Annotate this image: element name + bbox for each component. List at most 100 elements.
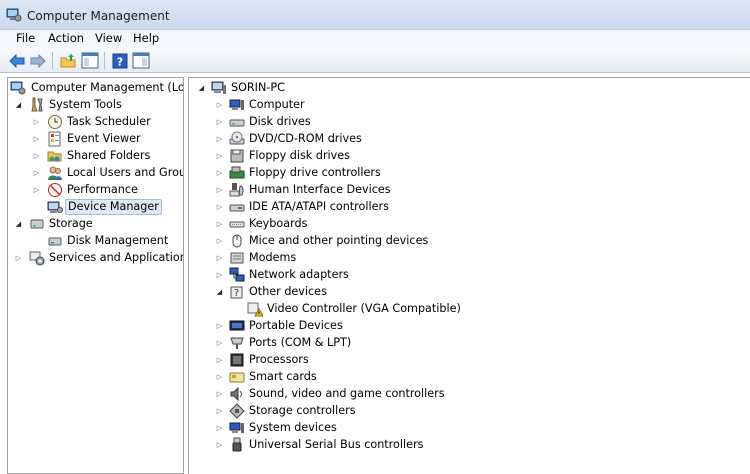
device-category-label: Modems [249,251,297,264]
device-category-label: Disk drives [249,115,311,128]
computer-management-app-icon [6,8,22,22]
collapsed-arrow-icon[interactable]: ▷ [215,97,224,113]
keyboard-icon [229,221,245,228]
collapsed-arrow-icon[interactable]: ▷ [215,165,224,181]
show-hide-action-pane-icon [132,52,150,69]
collapsed-arrow-icon[interactable]: ▷ [32,165,41,181]
device-category-label: Other devices [249,285,327,298]
collapsed-arrow-icon[interactable]: ▷ [215,352,224,368]
performance-icon [48,183,62,197]
device-category-label: Mice and other pointing devices [249,234,429,247]
collapsed-arrow-icon[interactable]: ▷ [215,403,224,419]
collapsed-arrow-icon[interactable]: ▷ [215,250,224,266]
collapsed-arrow-icon[interactable]: ▷ [215,131,224,147]
tree-item-label: Performance [67,183,138,196]
device-category-label: Human Interface Devices [249,183,391,196]
services-icon [29,251,45,266]
device-label: Video Controller (VGA Compatible) [267,302,461,315]
collapsed-arrow-icon[interactable]: ▷ [215,386,224,402]
svg-text:?: ? [234,288,239,299]
collapsed-arrow-icon[interactable]: ▷ [215,267,224,283]
collapsed-arrow-icon[interactable]: ▷ [32,182,41,198]
collapsed-arrow-icon[interactable]: ▷ [215,148,224,164]
menu-action[interactable]: Action [46,31,86,45]
title-bar: Computer Management [0,0,750,30]
device-category-label: Universal Serial Bus controllers [249,438,424,451]
tree-item-label: Device Manager [65,199,162,215]
storage-controller-icon [229,403,245,419]
back-button[interactable] [7,51,27,70]
show-hide-console-tree-icon [81,52,99,69]
expanded-arrow-icon[interactable]: ◢ [197,80,206,96]
collapsed-arrow-icon[interactable]: ▷ [215,182,224,198]
menu-view[interactable]: View [93,31,124,45]
disk-management-icon [48,237,62,246]
collapsed-arrow-icon[interactable]: ▷ [32,148,41,164]
show-hide-console-tree-button[interactable] [80,51,100,70]
collapsed-arrow-icon[interactable]: ▷ [14,250,23,266]
system-tools-icon [31,97,43,112]
device-tree[interactable]: ◢ SORIN-PC ▷ Computer ▷ Disk drives ▷ DV… [188,77,750,474]
tree-item-label: Task Scheduler [67,115,151,128]
portable-device-icon [229,320,245,331]
modem-icon [230,252,244,264]
help-button[interactable]: ? [110,51,130,70]
tree-item-label: Storage [49,217,93,230]
computer-management-icon [10,81,26,95]
tree-item-label: Computer Management (Local [31,81,184,94]
device-category-label: Computer [249,98,305,111]
forward-arrow-icon [30,53,46,68]
back-arrow-icon [9,53,25,68]
show-hide-action-pane-button[interactable] [131,51,151,70]
collapsed-arrow-icon[interactable]: ▷ [32,114,41,130]
network-adapter-icon [229,267,245,282]
collapsed-arrow-icon[interactable]: ▷ [32,131,41,147]
collapsed-arrow-icon[interactable]: ▷ [215,216,224,232]
floppy-controller-icon [229,166,245,179]
other-devices-icon: ? [230,286,243,299]
computer-root-icon [211,81,226,94]
tree-item-label: Local Users and Groups [67,166,183,179]
device-tree-root-label: SORIN-PC [231,81,285,94]
tree-item-label: System Tools [49,98,122,111]
collapsed-arrow-icon[interactable]: ▷ [215,199,224,215]
expanded-arrow-icon[interactable]: ◢ [14,216,23,232]
device-manager-icon [47,201,63,213]
floppy-disk-icon [230,149,244,163]
device-category-label: DVD/CD-ROM drives [249,132,362,145]
dvd-icon [229,131,245,145]
device-category-label: System devices [249,421,337,434]
window-title: Computer Management [27,9,170,23]
toolbar: ? [0,48,750,73]
menu-file[interactable]: File [14,31,37,45]
collapsed-arrow-icon[interactable]: ▷ [215,420,224,436]
collapsed-arrow-icon[interactable]: ▷ [215,233,224,249]
console-tree[interactable]: Computer Management (Local ◢ System Tool… [7,77,184,474]
collapsed-arrow-icon[interactable]: ▷ [215,114,224,130]
mouse-icon [232,234,242,248]
storage-icon [30,219,44,229]
device-category-label: Ports (COM & LPT) [249,336,352,349]
collapsed-arrow-icon[interactable]: ▷ [215,318,224,334]
forward-button[interactable] [28,51,48,70]
svg-text:?: ? [117,55,123,68]
sound-icon [230,386,242,402]
expanded-arrow-icon[interactable]: ◢ [215,284,224,300]
device-category-label: Network adapters [249,268,349,281]
hid-icon [229,183,244,197]
usb-icon [232,437,242,452]
collapsed-arrow-icon[interactable]: ▷ [215,335,224,351]
collapsed-arrow-icon[interactable]: ▷ [215,369,224,385]
tree-item-label: Shared Folders [67,149,151,162]
device-category-label: Storage controllers [249,404,356,417]
device-category-label: Floppy drive controllers [249,166,381,179]
menu-help[interactable]: Help [131,31,161,45]
expanded-arrow-icon[interactable]: ◢ [14,97,23,113]
up-one-level-button[interactable] [58,51,78,70]
collapsed-arrow-icon[interactable]: ▷ [215,437,224,453]
tree-item-label: Services and Applications [49,251,184,264]
up-folder-icon [60,53,76,67]
computer-icon [229,99,244,110]
toolbar-separator [104,52,105,69]
device-category-label: Smart cards [249,370,317,383]
